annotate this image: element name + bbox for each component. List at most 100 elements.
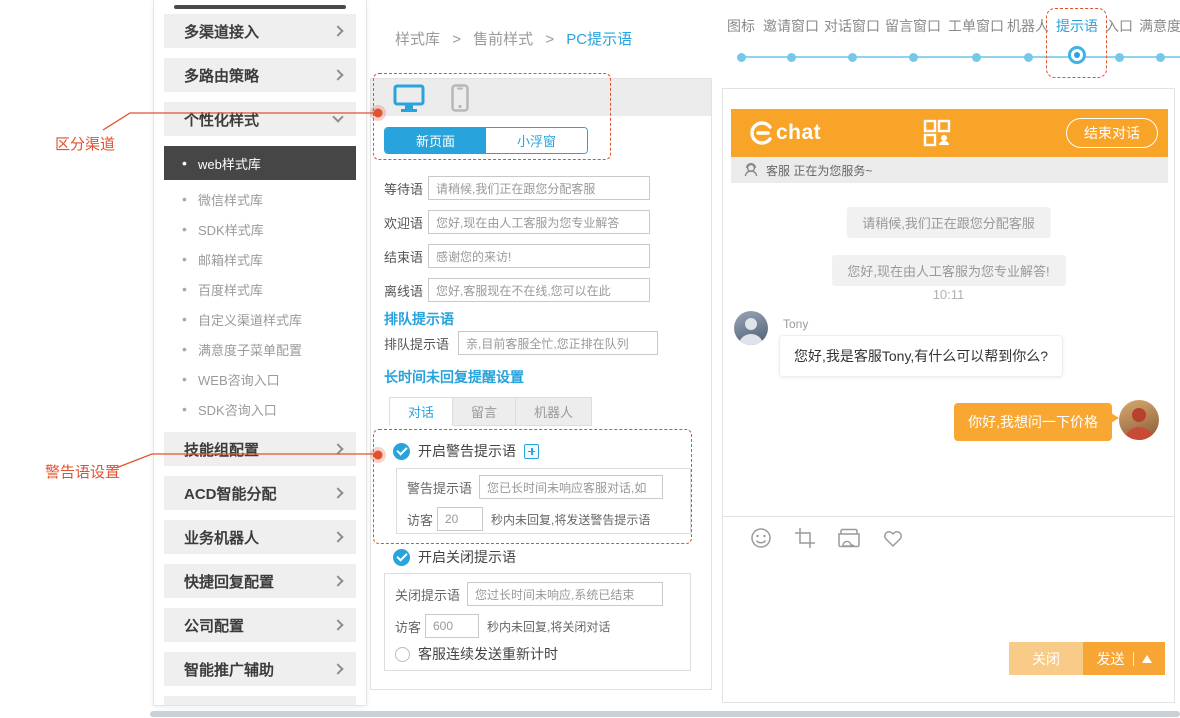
- sidebar-subitem-sdk-entry[interactable]: SDK咨询入口: [154, 394, 366, 424]
- sidebar-subitem-web-entry[interactable]: WEB咨询入口: [154, 364, 366, 394]
- close-message-input[interactable]: [467, 582, 663, 606]
- step-label: 提示语: [1056, 18, 1098, 34]
- sidebar-item-label: 多路由策略: [184, 67, 260, 85]
- step-label: 入口: [1105, 18, 1133, 34]
- wait-message-input[interactable]: [428, 176, 650, 200]
- visitor-label: 访客: [395, 619, 422, 635]
- warning-seconds-input[interactable]: [437, 507, 483, 531]
- tab-float-window[interactable]: 小浮窗: [486, 128, 587, 153]
- end-chat-button[interactable]: 结束对话: [1066, 118, 1158, 148]
- offline-message-input[interactable]: [428, 278, 650, 302]
- chat-timestamp: 10:11: [932, 287, 965, 302]
- sidebar-item-routing[interactable]: 多路由策略: [164, 58, 356, 92]
- sidebar-subitem-sdk-style[interactable]: SDK样式库: [154, 214, 366, 244]
- sidebar-item-label: 智能推广辅助: [184, 661, 275, 679]
- end-message-input[interactable]: [428, 244, 650, 268]
- qr-code-icon[interactable]: [923, 119, 951, 147]
- step-robot[interactable]: 机器人: [1007, 16, 1049, 62]
- heart-icon[interactable]: [881, 526, 905, 550]
- screenshot-crop-icon[interactable]: [793, 526, 817, 550]
- echat-logo-text: chat: [776, 121, 822, 144]
- send-options-arrow-icon[interactable]: [1141, 654, 1152, 663]
- warning-suffix-text: 秒内未回复,将发送警告提示语: [491, 512, 651, 527]
- agent-headset-icon: [744, 162, 758, 177]
- chevron-right-icon: [332, 531, 344, 543]
- breadcrumb-item[interactable]: 样式库: [395, 31, 440, 48]
- close-settings-box: 关闭提示语 访客 秒内未回复,将关闭对话 客服连续发送重新计时: [384, 573, 691, 671]
- sidebar-item-quick-reply[interactable]: 快捷回复配置: [164, 564, 356, 598]
- mobile-icon[interactable]: [451, 83, 469, 112]
- chevron-right-icon: [332, 619, 344, 631]
- chevron-right-icon: [332, 487, 344, 499]
- tab-robot[interactable]: 机器人: [516, 397, 593, 426]
- file-image-icon[interactable]: [837, 526, 861, 550]
- sidebar-item-multichannel[interactable]: 多渠道接入: [164, 14, 356, 48]
- sidebar-subitem-wechat-style[interactable]: 微信样式库: [154, 184, 366, 214]
- sidebar-item-promotion[interactable]: 智能推广辅助: [164, 652, 356, 686]
- send-button[interactable]: 发送: [1083, 642, 1165, 675]
- sidebar-item-acd[interactable]: ACD智能分配: [164, 476, 356, 510]
- step-label: 工单窗口: [948, 18, 1004, 34]
- warning-message-label: 警告提示语: [407, 480, 473, 496]
- step-satisfaction[interactable]: 满意度: [1139, 16, 1180, 62]
- sidebar-subitem-mail-style[interactable]: 邮箱样式库: [154, 244, 366, 274]
- step-message-window[interactable]: 留言窗口: [885, 16, 941, 62]
- sidebar-subitem-custom-channel-style[interactable]: 自定义渠道样式库: [154, 304, 366, 334]
- step-dot: [908, 53, 918, 62]
- sidebar-item-label: ACD智能分配: [184, 485, 277, 503]
- chevron-right-icon: [332, 575, 344, 587]
- queue-message-input[interactable]: [458, 331, 658, 355]
- step-prompt-active[interactable]: 提示语: [1056, 16, 1098, 64]
- step-dot: [1068, 46, 1086, 64]
- step-dot: [971, 53, 981, 62]
- step-icon[interactable]: 图标: [727, 16, 755, 62]
- sidebar-item-skillgroup[interactable]: 技能组配置: [164, 432, 356, 466]
- sidebar: 多渠道接入 多路由策略 个性化样式 web样式库 微信样式库 SDK样式库 邮箱…: [153, 0, 367, 706]
- desktop-icon[interactable]: [393, 84, 425, 112]
- subitem-label: web样式库: [198, 156, 261, 172]
- step-invite-window[interactable]: 邀请窗口: [763, 16, 819, 62]
- visitor-label: 访客: [407, 512, 434, 528]
- step-dot: [847, 53, 857, 62]
- send-divider: [1132, 651, 1134, 666]
- close-chat-button[interactable]: 关闭: [1009, 642, 1083, 675]
- visitor-message-bubble: 你好,我想问一下价格: [954, 403, 1119, 441]
- close-seconds-input[interactable]: [425, 614, 479, 638]
- system-message: 您好,现在由人工客服为您专业解答!: [831, 255, 1066, 286]
- reset-timer-radio[interactable]: [395, 646, 410, 662]
- subitem-label: WEB咨询入口: [198, 372, 280, 388]
- sidebar-item-company[interactable]: 公司配置: [164, 608, 356, 642]
- queue-message-label: 排队提示语: [384, 336, 450, 352]
- sidebar-item-label: 公司配置: [184, 617, 245, 635]
- tab-dialog[interactable]: 对话: [389, 397, 454, 426]
- chevron-down-icon: [332, 111, 344, 123]
- warning-message-input[interactable]: [479, 475, 663, 499]
- end-message-label: 结束语: [384, 249, 424, 265]
- welcome-message-label: 欢迎语: [384, 215, 424, 231]
- emoji-icon[interactable]: [749, 526, 773, 550]
- step-chat-window[interactable]: 对话窗口: [824, 16, 880, 62]
- horizontal-scrollbar[interactable]: [150, 711, 1180, 717]
- composer-actions: 关闭 发送: [1009, 642, 1165, 675]
- sidebar-subitem-baidu-style[interactable]: 百度样式库: [154, 274, 366, 304]
- sidebar-subitem-satisfaction-menu[interactable]: 满意度子菜单配置: [154, 334, 366, 364]
- sidebar-subitem-web-style[interactable]: web样式库: [164, 146, 356, 180]
- breadcrumb-item[interactable]: 售前样式: [473, 31, 533, 48]
- warning-enable-checkbox[interactable]: [393, 442, 410, 460]
- device-switch-bar: [371, 79, 711, 116]
- sidebar-item-personal[interactable]: 个人配置: [164, 696, 356, 705]
- sidebar-item-custom-style[interactable]: 个性化样式: [164, 102, 356, 136]
- tab-new-page[interactable]: 新页面: [385, 128, 486, 153]
- chat-status-text: 客服 正在为您服务~: [766, 163, 873, 178]
- chevron-right-icon: [332, 69, 344, 81]
- step-ticket-window[interactable]: 工单窗口: [948, 16, 1004, 62]
- step-label: 机器人: [1007, 18, 1049, 34]
- step-dot: [1023, 53, 1033, 62]
- step-entry[interactable]: 入口: [1105, 16, 1133, 62]
- sidebar-item-robot[interactable]: 业务机器人: [164, 520, 356, 554]
- plus-icon[interactable]: [524, 443, 539, 459]
- tab-leave-message[interactable]: 留言: [453, 397, 517, 426]
- welcome-message-input[interactable]: [428, 210, 650, 234]
- close-enable-checkbox[interactable]: [393, 548, 410, 566]
- breadcrumb: 样式库 > 售前样式 > PC提示语: [395, 28, 640, 49]
